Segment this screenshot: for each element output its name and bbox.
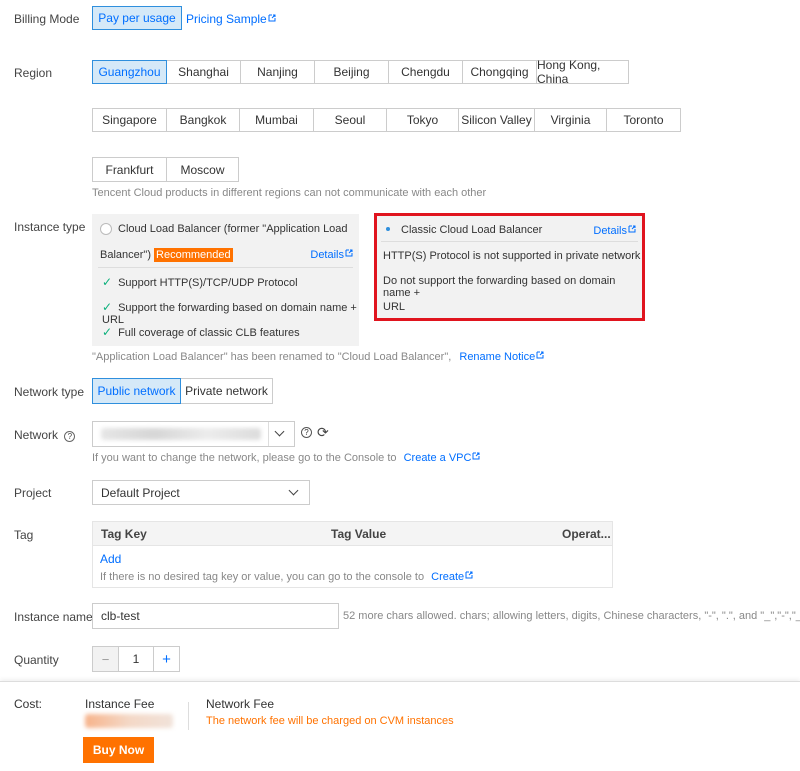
cost-label: Cost: [14, 697, 43, 711]
tag-value-header: Tag Value [331, 527, 387, 541]
tag-key-header: Tag Key [101, 527, 147, 541]
private-network-button[interactable]: Private network [180, 378, 273, 404]
region-button-hong-kong-china[interactable]: Hong Kong, China [536, 58, 629, 86]
region-button-singapore[interactable]: Singapore [92, 108, 167, 132]
region-button-seoul[interactable]: Seoul [313, 108, 387, 132]
region-button-toronto[interactable]: Toronto [606, 108, 681, 132]
quantity-decrease-button[interactable]: − [93, 647, 119, 671]
project-select[interactable]: Default Project [92, 480, 310, 505]
network-type-label: Network type [14, 385, 85, 399]
region-button-chengdu[interactable]: Chengdu [388, 60, 463, 84]
network-fee-note: The network fee will be charged on CVM i… [206, 715, 454, 727]
create-tag-link[interactable]: Create [431, 571, 473, 583]
operation-header: Operat... [562, 527, 611, 541]
classic-clb-radio[interactable] [383, 224, 395, 236]
clb-divider [98, 267, 353, 268]
chevron-down-icon [288, 485, 299, 496]
pricing-sample-link[interactable]: Pricing Sample [186, 12, 276, 26]
rename-note: "Application Load Balancer" has been ren… [92, 351, 544, 363]
help-icon[interactable]: ? [301, 427, 312, 438]
external-link-icon [268, 14, 276, 22]
external-link-icon [472, 452, 480, 460]
clb-title-line1: Cloud Load Balancer (former "Application… [118, 223, 348, 235]
region-button-chongqing[interactable]: Chongqing [462, 60, 537, 84]
add-tag-link[interactable]: Add [100, 552, 121, 566]
clb-feature-3: ✓ Full coverage of classic CLB features [102, 325, 300, 339]
clb-option-card[interactable]: Cloud Load Balancer (former "Application… [92, 214, 359, 346]
region-button-frankfurt[interactable]: Frankfurt [92, 157, 167, 182]
help-icon[interactable]: ? [64, 431, 76, 442]
billing-mode-label: Billing Mode [14, 12, 80, 26]
region-row-2: Singapore Bangkok Mumbai Seoul Tokyo Silicon … [92, 108, 681, 132]
refresh-icon[interactable]: ⟳ [317, 424, 329, 441]
tag-label: Tag [14, 528, 34, 542]
project-label: Project [14, 486, 52, 500]
check-icon: ✓ [102, 275, 113, 289]
classic-clb-line-1: HTTP(S) Protocol is not supported in pri… [383, 250, 641, 262]
network-select[interactable] [92, 421, 295, 447]
region-button-virginia[interactable]: Virginia [534, 108, 607, 132]
instance-name-input[interactable]: clb-test [92, 603, 339, 629]
network-fee-label: Network Fee [206, 697, 275, 711]
classic-clb-divider [381, 241, 638, 242]
fee-divider [188, 702, 189, 730]
classic-clb-title: Classic Cloud Load Balancer [401, 224, 543, 236]
quantity-increase-button[interactable]: + [153, 647, 179, 671]
clb-feature-1: ✓ Support HTTP(S)/TCP/UDP Protocol [102, 275, 298, 289]
instance-name-label: Instance name [14, 610, 93, 624]
external-link-icon [536, 351, 544, 359]
tag-hint: If there is no desired tag key or value,… [100, 571, 473, 583]
clb-radio[interactable] [100, 223, 112, 236]
classic-clb-line-3: URL [383, 301, 406, 313]
buy-now-button[interactable]: Buy Now [83, 737, 154, 763]
check-icon: ✓ [102, 300, 113, 314]
network-value-redacted [101, 428, 261, 440]
classic-clb-line-2: Do not support the forwarding based on d… [383, 275, 616, 299]
network-label: Network ? [14, 428, 76, 442]
region-button-silicon-valley[interactable]: Silicon Valley [458, 108, 535, 132]
quantity-stepper: − 1 + [92, 646, 180, 672]
external-link-icon [465, 571, 473, 579]
instance-name-hint: 52 more chars allowed. chars; allowing l… [343, 610, 800, 622]
instance-type-label: Instance type [14, 220, 86, 234]
region-button-shanghai[interactable]: Shanghai [166, 60, 241, 84]
region-button-beijing[interactable]: Beijing [314, 60, 389, 84]
region-button-mumbai[interactable]: Mumbai [239, 108, 314, 132]
region-hint: Tencent Cloud products in different regi… [92, 187, 487, 199]
tag-table: Tag Key Tag Value Operat... Add If there… [92, 521, 613, 588]
instance-fee-label: Instance Fee [85, 697, 155, 711]
pay-per-usage-button[interactable]: Pay per usage [92, 6, 182, 30]
clb-feature-2: ✓ Support the forwarding based on domain … [102, 300, 357, 326]
region-row-1: Guangzhou Shanghai Nanjing Beijing Chengdu Ch… [92, 58, 629, 86]
quantity-label: Quantity [14, 653, 59, 667]
region-button-nanjing[interactable]: Nanjing [240, 60, 315, 84]
region-button-guangzhou[interactable]: Guangzhou [92, 60, 167, 84]
classic-clb-details-link[interactable]: Details [593, 223, 636, 237]
region-label: Region [14, 66, 53, 80]
chevron-down-icon [274, 426, 285, 437]
clb-details-link[interactable]: Details [310, 247, 353, 261]
instance-fee-value-redacted [85, 714, 173, 728]
recommended-badge: Recommended [154, 248, 233, 262]
region-row-3: Frankfurt Moscow [92, 157, 239, 182]
create-vpc-link[interactable]: Create a VPC [404, 452, 481, 464]
external-link-icon [628, 225, 636, 233]
quantity-input[interactable]: 1 [119, 647, 153, 671]
external-link-icon [345, 249, 353, 257]
region-button-tokyo[interactable]: Tokyo [386, 108, 459, 132]
network-hint: If you want to change the network, pleas… [92, 452, 480, 464]
region-button-moscow[interactable]: Moscow [166, 157, 239, 182]
classic-clb-option-card[interactable]: Classic Cloud Load Balancer Details HTTP… [374, 213, 645, 321]
check-icon: ✓ [102, 325, 113, 339]
public-network-button[interactable]: Public network [92, 378, 181, 404]
clb-title-line2: Balancer") [100, 249, 151, 261]
rename-notice-link[interactable]: Rename Notice [459, 351, 544, 363]
region-button-bangkok[interactable]: Bangkok [166, 108, 240, 132]
cost-footer: Cost: Instance Fee Network Fee The netwo… [0, 681, 800, 771]
tag-table-header: Tag Key Tag Value Operat... [93, 522, 612, 546]
